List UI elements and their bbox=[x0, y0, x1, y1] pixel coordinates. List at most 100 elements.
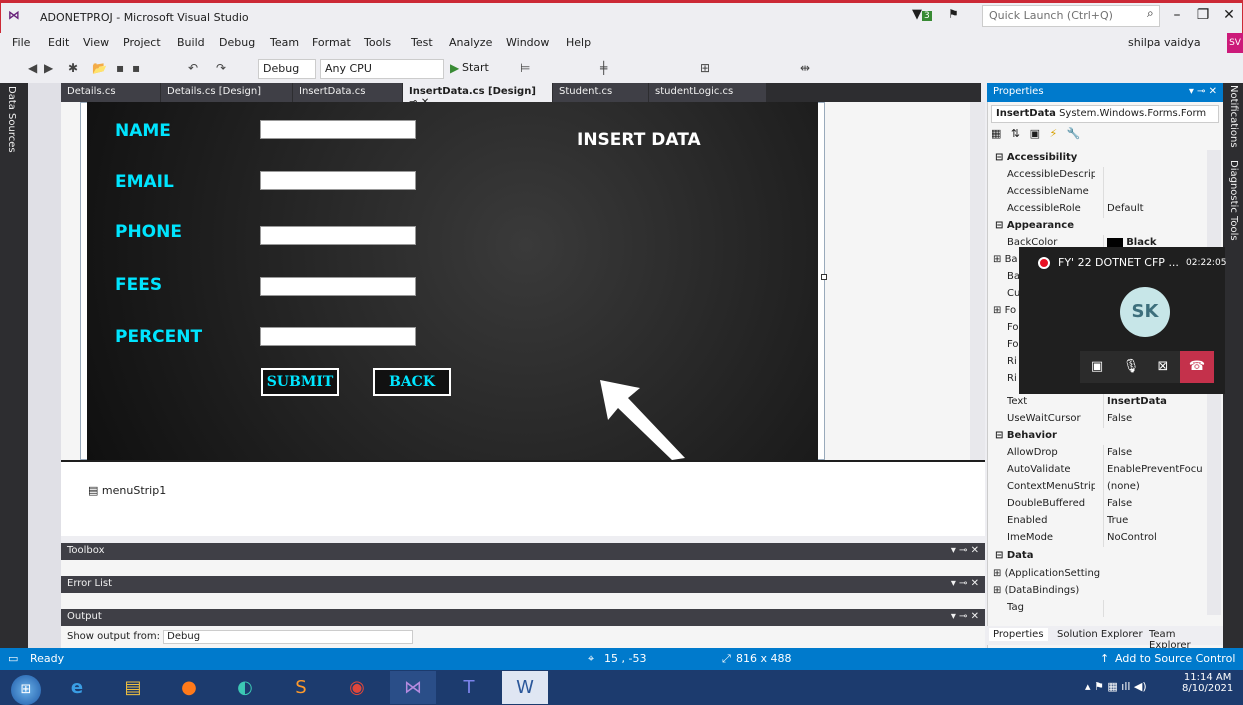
toolbox-panel-header[interactable]: Toolbox ▾ ⊸ ✕ bbox=[61, 543, 985, 560]
platform-select[interactable]: Any CPU bbox=[320, 59, 444, 79]
tab-studentlogic-cs[interactable]: studentLogic.cs bbox=[649, 83, 767, 102]
menu-team[interactable]: Team bbox=[270, 36, 299, 49]
property-row[interactable]: AutoValidate EnablePreventFocusC bbox=[991, 462, 1203, 479]
hang-up-button[interactable]: ☎ bbox=[1180, 351, 1214, 383]
panel-controls[interactable]: ▾ ⊸ ✕ bbox=[1189, 86, 1217, 97]
menu-format[interactable]: Format bbox=[312, 36, 351, 49]
textbox-percent[interactable] bbox=[260, 327, 416, 346]
label-email[interactable]: EMAIL bbox=[115, 172, 174, 192]
label-fees[interactable]: FEES bbox=[115, 275, 162, 295]
tab-properties[interactable]: Properties bbox=[989, 628, 1048, 641]
panel-controls[interactable]: ▾ ⊸ ✕ bbox=[951, 611, 979, 622]
error-list-panel-header[interactable]: Error List ▾ ⊸ ✕ bbox=[61, 576, 985, 593]
maximize-button[interactable]: ❐ bbox=[1190, 4, 1216, 26]
data-sources-tab[interactable]: Data Sources bbox=[6, 86, 17, 153]
visual-studio-taskbar-icon[interactable]: ⋈ bbox=[390, 671, 436, 704]
designer-scrollbar[interactable] bbox=[970, 102, 985, 460]
tab-student-cs[interactable]: Student.cs bbox=[553, 83, 649, 102]
menu-debug[interactable]: Debug bbox=[219, 36, 255, 49]
back-button[interactable]: BACK bbox=[373, 368, 451, 396]
events-icon[interactable]: ⚡ bbox=[1050, 127, 1058, 140]
resize-handle[interactable] bbox=[821, 274, 827, 280]
property-row[interactable]: Tag bbox=[991, 600, 1203, 617]
tab-insertdata-design[interactable]: InsertData.cs [Design] ⊸ ✕ bbox=[403, 83, 553, 108]
user-avatar[interactable]: SV bbox=[1227, 33, 1243, 53]
microphone-icon[interactable]: 🎙 bbox=[1114, 351, 1148, 383]
menu-analyze[interactable]: Analyze bbox=[449, 36, 492, 49]
output-panel-header[interactable]: Output ▾ ⊸ ✕ bbox=[61, 609, 985, 626]
property-value[interactable]: InsertData bbox=[1107, 396, 1203, 407]
taskbar-clock[interactable]: 11:14 AM 8/10/2021 bbox=[1182, 672, 1233, 694]
properties-icon[interactable]: ▣ bbox=[1030, 127, 1040, 140]
new-project-icon[interactable]: ✱ bbox=[68, 61, 78, 75]
firefox-icon[interactable]: ● bbox=[166, 671, 212, 704]
property-value[interactable]: False bbox=[1107, 413, 1203, 424]
tab-details-cs[interactable]: Details.cs bbox=[61, 83, 161, 102]
panel-controls[interactable]: ▾ ⊸ ✕ bbox=[951, 578, 979, 589]
user-name[interactable]: shilpa vaidya bbox=[1128, 36, 1201, 49]
property-row[interactable]: ContextMenuStrip (none) bbox=[991, 479, 1203, 496]
output-source-select[interactable]: Debug bbox=[163, 630, 414, 644]
open-file-icon[interactable]: 📂 bbox=[92, 61, 107, 75]
start-button[interactable]: Start bbox=[462, 61, 489, 74]
panel-controls[interactable]: ▾ ⊸ ✕ bbox=[951, 545, 979, 556]
property-row[interactable]: ⊞ (ApplicationSetting bbox=[991, 566, 1203, 583]
menu-test[interactable]: Test bbox=[411, 36, 433, 49]
property-value[interactable]: False bbox=[1107, 447, 1203, 458]
menu-file[interactable]: File bbox=[12, 36, 30, 49]
spacing-icon[interactable]: ⇹ bbox=[800, 61, 810, 75]
property-value[interactable]: EnablePreventFocusC bbox=[1107, 464, 1203, 475]
property-row[interactable]: AccessibleRole Default bbox=[991, 201, 1203, 218]
menu-help[interactable]: Help bbox=[566, 36, 591, 49]
teams-icon[interactable]: T bbox=[446, 671, 492, 704]
property-row[interactable]: AccessibleName bbox=[991, 184, 1203, 201]
word-icon[interactable]: W bbox=[502, 671, 548, 704]
save-all-icon[interactable]: ▪ bbox=[132, 61, 140, 75]
back-nav-icon[interactable]: ◀ bbox=[28, 61, 37, 75]
categorized-icon[interactable]: ▦ bbox=[991, 127, 1001, 140]
menu-window[interactable]: Window bbox=[506, 36, 549, 49]
category-appearance[interactable]: ⊟ Appearance bbox=[991, 218, 1203, 235]
category-data[interactable]: ⊟ Data bbox=[991, 548, 1203, 565]
tab-insertdata-cs[interactable]: InsertData.cs bbox=[293, 83, 403, 102]
start-button[interactable]: ⊞ bbox=[0, 671, 52, 705]
textbox-name[interactable] bbox=[260, 120, 416, 139]
textbox-fees[interactable] bbox=[260, 277, 416, 296]
tab-solution-explorer[interactable]: Solution Explorer bbox=[1053, 628, 1147, 641]
category-accessibility[interactable]: ⊟ Accessibility bbox=[991, 150, 1203, 167]
property-value[interactable]: True bbox=[1107, 515, 1203, 526]
align-left-icon[interactable]: ⊨ bbox=[520, 61, 530, 75]
forward-nav-icon[interactable]: ▶ bbox=[44, 61, 53, 75]
property-row[interactable]: AccessibleDescripti bbox=[991, 167, 1203, 184]
property-row-text[interactable]: Text InsertData bbox=[991, 394, 1203, 411]
redo-icon[interactable]: ↷ bbox=[216, 61, 226, 75]
textbox-email[interactable] bbox=[260, 171, 416, 190]
category-behavior[interactable]: ⊟ Behavior bbox=[991, 428, 1203, 445]
edge-icon[interactable]: ◐ bbox=[222, 671, 268, 704]
property-row[interactable]: Enabled True bbox=[991, 513, 1203, 530]
quick-launch-input[interactable]: Quick Launch (Ctrl+Q) bbox=[982, 5, 1160, 27]
notifications-tab[interactable]: Notifications bbox=[1228, 85, 1239, 148]
align-grid-icon[interactable]: ╪ bbox=[600, 61, 607, 75]
property-row[interactable]: UseWaitCursor False bbox=[991, 411, 1203, 428]
textbox-phone[interactable] bbox=[260, 226, 416, 245]
property-row[interactable]: AllowDrop False bbox=[991, 445, 1203, 462]
internet-explorer-icon[interactable]: e bbox=[54, 671, 100, 704]
menu-view[interactable]: View bbox=[83, 36, 109, 49]
sublime-text-icon[interactable]: S bbox=[278, 671, 324, 704]
property-row[interactable]: ⊞ (DataBindings) bbox=[991, 583, 1203, 600]
property-value[interactable]: (none) bbox=[1107, 481, 1203, 492]
share-screen-icon[interactable]: ⊠ bbox=[1146, 351, 1180, 383]
properties-object-select[interactable]: InsertData System.Windows.Forms.Form bbox=[991, 105, 1219, 123]
undo-icon[interactable]: ↶ bbox=[188, 61, 198, 75]
save-icon[interactable]: ▪ bbox=[116, 61, 124, 75]
alphabetical-icon[interactable]: ⇅ bbox=[1011, 127, 1020, 140]
menu-tools[interactable]: Tools bbox=[364, 36, 391, 49]
menu-build[interactable]: Build bbox=[177, 36, 205, 49]
feedback-icon[interactable]: ⚑ bbox=[948, 7, 959, 21]
file-explorer-icon[interactable]: ▤ bbox=[110, 671, 156, 704]
label-name[interactable]: NAME bbox=[115, 121, 171, 141]
add-to-source-control[interactable]: Add to Source Control bbox=[1115, 652, 1235, 665]
system-tray-icons[interactable]: ▴ ⚑ ▦ ıll ◀) bbox=[1085, 680, 1147, 693]
diagnostic-tools-tab[interactable]: Diagnostic Tools bbox=[1228, 160, 1239, 241]
